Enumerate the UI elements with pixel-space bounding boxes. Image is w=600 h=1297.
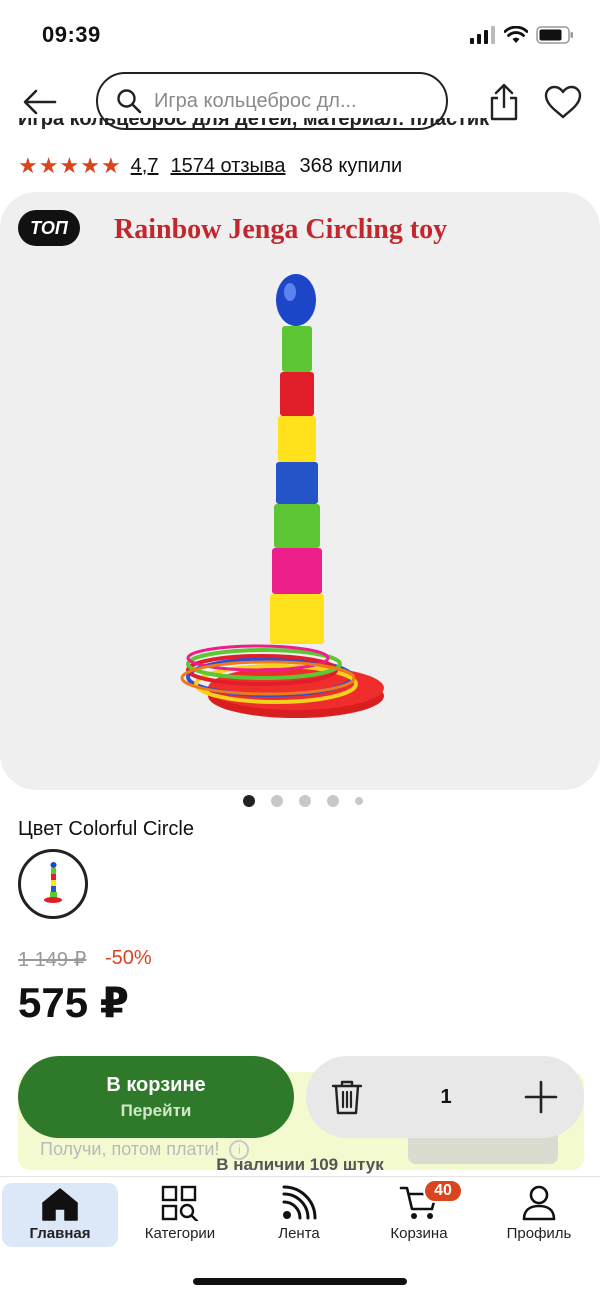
rating-stars: ★ ★ ★ ★ ★ — [18, 155, 121, 177]
go-to-cart-button[interactable]: В корзине Перейти — [18, 1056, 294, 1138]
top-badge: ТОП — [18, 210, 80, 246]
discount-badge: -50% — [105, 947, 152, 969]
image-caption: Rainbow Jenga Circling toy — [114, 214, 448, 245]
tab-profile[interactable]: Профиль — [481, 1183, 597, 1247]
reviews-link[interactable]: 1574 отзыва — [170, 155, 285, 178]
back-button[interactable] — [20, 82, 60, 122]
remove-from-cart-button[interactable] — [326, 1076, 368, 1118]
quantity-value: 1 — [440, 1085, 452, 1108]
star-icon: ★ — [100, 153, 121, 178]
color-label: Цвет Colorful Circle — [18, 818, 194, 840]
rating-value[interactable]: 4,7 — [131, 155, 159, 178]
status-icons — [470, 26, 574, 44]
categories-icon — [161, 1185, 199, 1221]
back-arrow-icon — [23, 89, 57, 115]
share-icon — [490, 83, 518, 121]
profile-icon — [522, 1185, 556, 1221]
product-title-clip: Игра кольцеброс для детей, материал: пла… — [0, 118, 600, 140]
battery-icon — [536, 26, 573, 44]
tab-label: Главная — [29, 1225, 91, 1242]
star-icon: ★ — [18, 153, 38, 178]
tab-label: Профиль — [506, 1225, 572, 1242]
current-price: 575 ₽ — [18, 979, 129, 1026]
tab-label: Лента — [278, 1225, 320, 1242]
gallery-dot[interactable] — [355, 797, 363, 805]
gallery-pagination — [0, 795, 600, 807]
bought-count: 368 купили — [299, 154, 403, 177]
product-image — [180, 274, 384, 718]
tab-feed[interactable]: Лента — [241, 1183, 357, 1247]
old-price: 1 149 ₽ — [18, 949, 87, 971]
status-bar: 09:39 — [0, 0, 600, 70]
search-icon — [117, 89, 142, 114]
wifi-icon — [504, 26, 528, 43]
cart-button-subtitle: Перейти — [120, 1100, 192, 1120]
rating-row: ★ ★ ★ ★ ★ 4,7 1574 отзыва 368 купили — [18, 150, 402, 182]
star-icon: ★ — [80, 153, 100, 178]
cellular-signal-icon — [470, 26, 495, 44]
tab-label: Корзина — [390, 1225, 448, 1242]
heart-icon — [544, 85, 582, 119]
product-image-gallery[interactable]: ТОП Rainbow Jenga Circling toy — [0, 192, 600, 790]
tab-home[interactable]: Главная — [2, 1183, 118, 1247]
trash-icon — [331, 1080, 363, 1115]
plus-icon — [524, 1080, 558, 1114]
gallery-dot[interactable] — [271, 795, 283, 807]
feed-icon — [282, 1185, 317, 1220]
cart-count-badge: 40 — [423, 1179, 463, 1203]
gallery-dot[interactable] — [299, 795, 311, 807]
increase-quantity-button[interactable] — [520, 1076, 562, 1118]
stock-status: В наличии 109 штук — [216, 1155, 384, 1174]
home-icon — [42, 1188, 78, 1221]
status-time: 09:39 — [42, 22, 101, 47]
star-icon: ★ — [59, 153, 80, 178]
tab-categories[interactable]: Категории — [122, 1183, 238, 1247]
home-indicator — [193, 1278, 407, 1285]
cart-button-title: В корзине — [106, 1073, 206, 1096]
color-option-thumbnail[interactable] — [18, 849, 88, 919]
star-icon: ★ — [38, 153, 59, 178]
tab-label: Категории — [144, 1225, 216, 1242]
gallery-dot[interactable] — [327, 795, 339, 807]
product-title: Игра кольцеброс для детей, материал: пла… — [18, 118, 490, 130]
color-option-image — [44, 862, 62, 903]
quantity-stepper: 1 — [306, 1056, 584, 1138]
search-placeholder: Игра кольцеброс дл... — [154, 89, 357, 112]
tab-cart[interactable]: 40 Корзина — [361, 1179, 477, 1247]
gallery-dot-active[interactable] — [243, 795, 255, 807]
